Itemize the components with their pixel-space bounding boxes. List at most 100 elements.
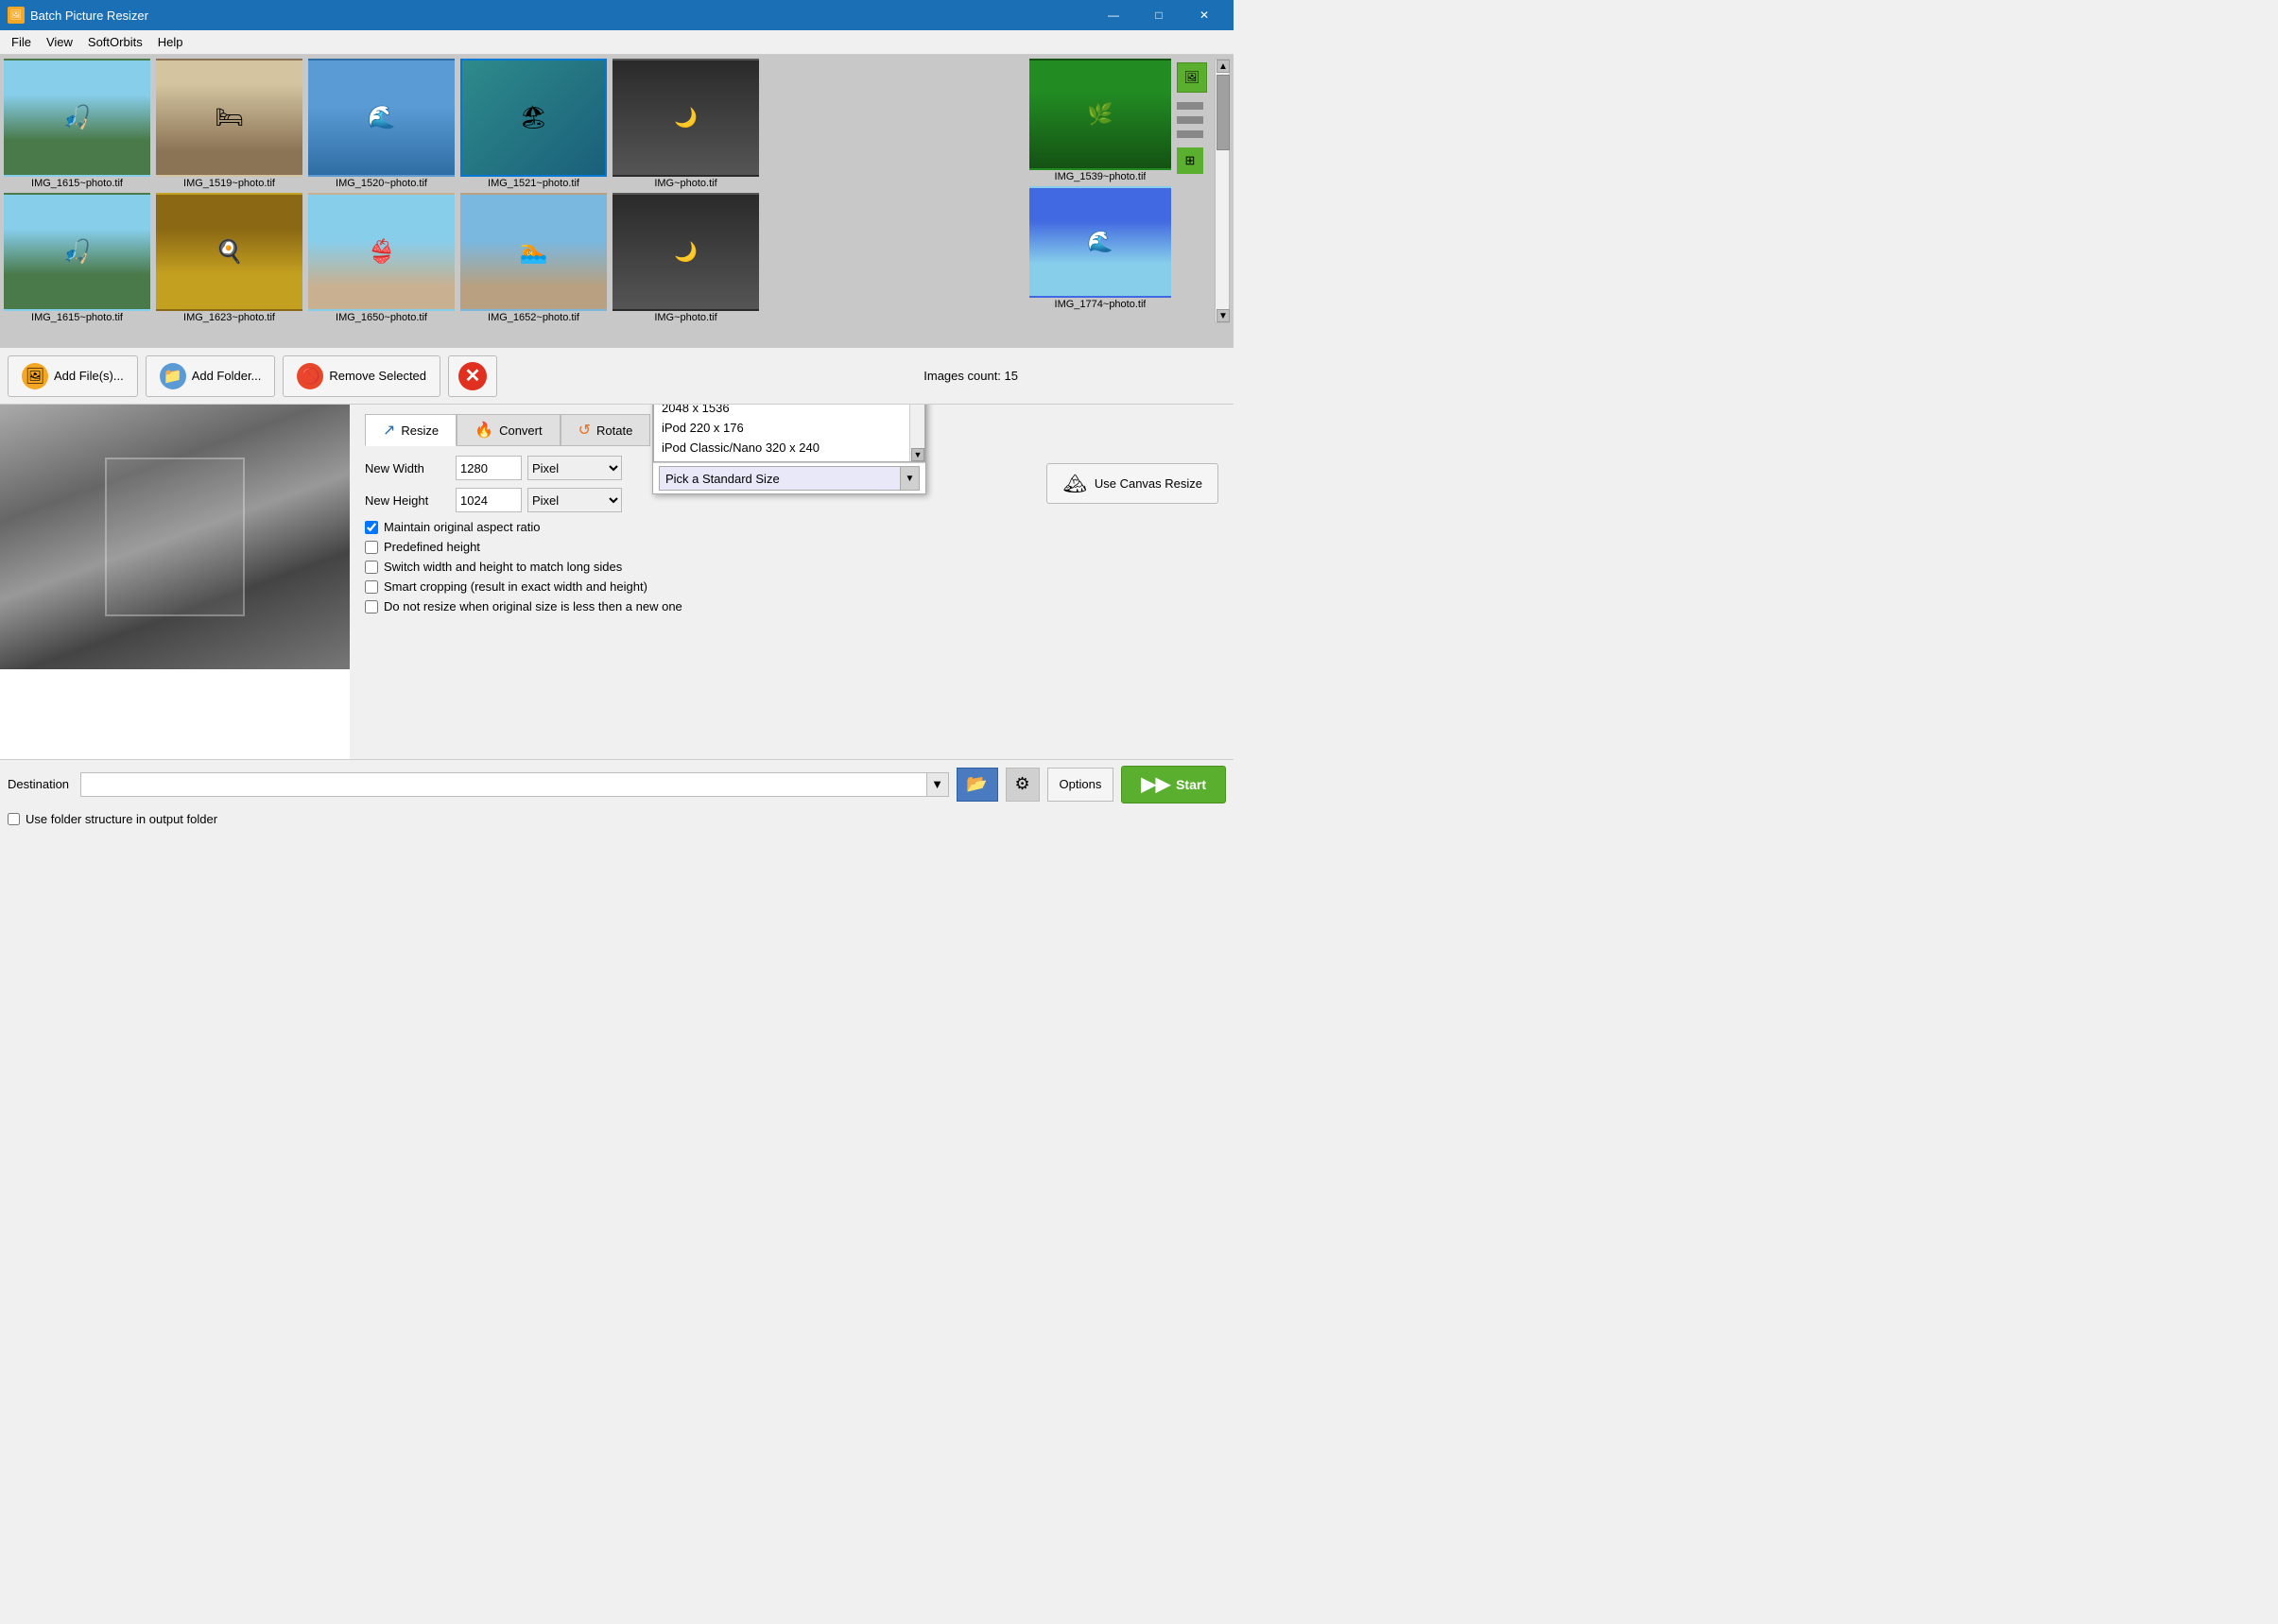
close-button[interactable]: ✕ [1182, 0, 1226, 30]
list-item[interactable]: 👙 IMG_1650~photo.tif [308, 193, 455, 323]
scroll-up-button[interactable]: ▲ [1217, 60, 1230, 73]
menu-help[interactable]: Help [150, 32, 191, 52]
bottom-section: ↗ Resize 🔥 Convert ↺ Rotate New Width Pi… [0, 405, 1234, 759]
width-unit-select[interactable]: Pixel Percent Inch cm [527, 456, 622, 480]
switch-sides-row: Switch width and height to match long si… [365, 560, 1218, 574]
thumbnail[interactable]: 🎣 [4, 193, 150, 311]
dropdown-item[interactable]: iPod Classic/Nano 320 x 240 [654, 438, 909, 458]
donot-resize-checkbox[interactable] [365, 600, 378, 613]
thumb-label: IMG_1623~photo.tif [183, 312, 275, 323]
height-unit-select[interactable]: Pixel Percent Inch cm [527, 488, 622, 512]
switch-sides-checkbox[interactable] [365, 561, 378, 574]
add-folder-button[interactable]: 📁 Add Folder... [146, 355, 276, 397]
tab-resize[interactable]: ↗ Resize [365, 414, 457, 446]
gallery-view-icon[interactable]: 🖼 [1177, 62, 1207, 93]
destination-input[interactable] [80, 772, 925, 797]
minimize-button[interactable]: — [1092, 0, 1135, 30]
dropdown-scroll-down[interactable]: ▼ [911, 448, 924, 461]
add-folder-label: Add Folder... [192, 369, 262, 383]
dropdown-item[interactable]: iPod 220 x 176 [654, 418, 909, 438]
thumbnail[interactable]: 🍳 [156, 193, 302, 311]
thumb-label: IMG_1652~photo.tif [488, 312, 579, 323]
add-folder-icon: 📁 [160, 363, 186, 389]
dropdown-list[interactable]: Pick a Standard Size [Screen Size] - 192… [654, 405, 909, 462]
maintain-aspect-checkbox[interactable] [365, 521, 378, 534]
gallery-area: 🎣 IMG_1615~photo.tif 🛏 IMG_1519~photo.ti… [0, 55, 1234, 348]
use-canvas-resize-button[interactable]: 🏔 Use Canvas Resize [1046, 463, 1218, 504]
list-item[interactable]: 🌙 IMG~photo.tif [613, 59, 759, 189]
list-item[interactable]: 🌊 IMG_1520~photo.tif [308, 59, 455, 189]
menu-softorbits[interactable]: SoftOrbits [80, 32, 150, 52]
destination-folder-button[interactable]: 📂 [957, 768, 998, 802]
list-item[interactable]: 🌊 IMG_1774~photo.tif [1029, 186, 1171, 310]
gear-button[interactable]: ⚙ [1006, 768, 1040, 802]
scroll-down-button[interactable]: ▼ [1217, 309, 1230, 322]
list-item[interactable]: 🍳 IMG_1623~photo.tif [156, 193, 302, 323]
thumb-label: IMG~photo.tif [654, 178, 716, 189]
add-files-button[interactable]: 🖼 Add File(s)... [8, 355, 138, 397]
thumbnail[interactable]: 🌊 [1029, 186, 1171, 298]
remove-icon: 🚫 [297, 363, 323, 389]
new-width-input[interactable] [456, 456, 522, 480]
thumb-label: IMG_1519~photo.tif [183, 178, 275, 189]
thumb-label: IMG_1650~photo.tif [336, 312, 427, 323]
clear-button[interactable]: ✕ [448, 355, 497, 397]
thumbnail[interactable]: 👙 [308, 193, 455, 311]
list-item[interactable]: 🏖 IMG_1521~photo.tif [460, 59, 607, 189]
list-item[interactable]: 🌙 IMG~photo.tif [613, 193, 759, 323]
list-item[interactable]: 🌿 IMG_1539~photo.tif [1029, 59, 1171, 182]
list-item[interactable]: 🏊 IMG_1652~photo.tif [460, 193, 607, 323]
resize-tab-label: Resize [401, 423, 439, 438]
thumbnail[interactable]: 🏊 [460, 193, 607, 311]
dropdown-footer-toggle[interactable]: ▼ [900, 467, 919, 490]
canvas-resize-label: Use Canvas Resize [1095, 476, 1202, 491]
predefined-height-checkbox[interactable] [365, 541, 378, 554]
start-label: Start [1176, 777, 1206, 792]
smart-crop-label: Smart cropping (result in exact width an… [384, 579, 647, 594]
tab-rotate[interactable]: ↺ Rotate [561, 414, 651, 446]
thumbnail[interactable]: 🌙 [613, 59, 759, 177]
scroll-thumb[interactable] [1217, 75, 1230, 150]
start-button[interactable]: ▶▶ Start [1121, 766, 1226, 803]
preview-panel [0, 405, 350, 759]
convert-tab-icon: 🔥 [475, 421, 493, 440]
thumbnail[interactable]: 🌙 [613, 193, 759, 311]
menu-view[interactable]: View [39, 32, 80, 52]
tab-convert[interactable]: 🔥 Convert [457, 414, 560, 446]
list-item[interactable]: 🎣 IMG_1615~photo.tif [4, 59, 150, 189]
app-title: Batch Picture Resizer [30, 9, 1092, 23]
thumbnail[interactable]: 🛏 [156, 59, 302, 177]
preview-image [0, 405, 350, 669]
predefined-height-label: Predefined height [384, 540, 480, 554]
thumb-label: IMG_1521~photo.tif [488, 178, 579, 189]
new-height-input[interactable] [456, 488, 522, 512]
smart-crop-checkbox[interactable] [365, 580, 378, 594]
grid-view-icon[interactable]: ⊞ [1177, 147, 1203, 174]
menu-file[interactable]: File [4, 32, 39, 52]
options-button[interactable]: Options [1047, 768, 1114, 802]
thumbnail[interactable]: 🌿 [1029, 59, 1171, 170]
use-folder-structure-label: Use folder structure in output folder [26, 812, 217, 826]
thumbnail[interactable]: 🌊 [308, 59, 455, 177]
menubar: File View SoftOrbits Help [0, 30, 1234, 55]
destination-dropdown-button[interactable]: ▼ [926, 772, 949, 797]
list-item[interactable]: 🎣 IMG_1615~photo.tif [4, 193, 150, 323]
thumb-label: IMG_1774~photo.tif [1055, 299, 1147, 310]
list-item[interactable]: 🛏 IMG_1519~photo.tif [156, 59, 302, 189]
thumbnail[interactable]: 🎣 [4, 59, 150, 177]
dropdown-item[interactable]: 2048 x 1536 [654, 405, 909, 418]
maximize-button[interactable]: □ [1137, 0, 1181, 30]
destination-bar: Destination ▼ 📂 ⚙ Options ▶▶ Start [0, 759, 1234, 808]
remove-selected-button[interactable]: 🚫 Remove Selected [283, 355, 440, 397]
folder-icon: 📂 [966, 774, 987, 794]
dropdown-scrollbar[interactable]: ▲ ▼ [909, 405, 924, 461]
use-folder-structure-checkbox[interactable] [8, 813, 20, 825]
gear-icon: ⚙ [1014, 774, 1029, 794]
dropdown-item[interactable]: iPod Touch 480 x 320 [654, 458, 909, 462]
donot-resize-label: Do not resize when original size is less… [384, 599, 682, 613]
thumbnail-selected[interactable]: 🏖 [460, 59, 607, 177]
new-width-label: New Width [365, 461, 450, 475]
use-folder-structure-row: Use folder structure in output folder [0, 808, 1234, 830]
main-content: 🎣 IMG_1615~photo.tif 🛏 IMG_1519~photo.ti… [0, 55, 1234, 830]
options-label: Options [1060, 777, 1102, 791]
